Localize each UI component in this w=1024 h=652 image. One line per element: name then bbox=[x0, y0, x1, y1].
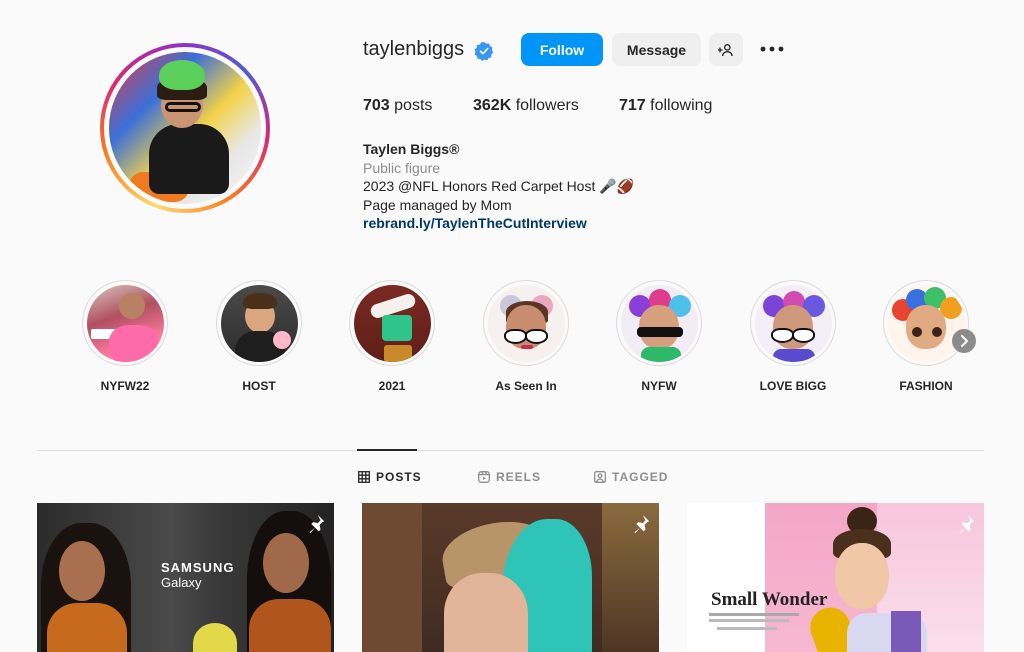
tab-label: TAGGED bbox=[612, 470, 669, 484]
highlight-nyfw[interactable]: NYFW bbox=[614, 280, 704, 393]
active-tab-indicator bbox=[357, 449, 417, 451]
bio-link[interactable]: rebrand.ly/TaylenTheCutInterview bbox=[363, 214, 634, 233]
suggest-users-button[interactable] bbox=[709, 33, 743, 66]
reels-icon bbox=[478, 471, 490, 483]
highlight-label: NYFW22 bbox=[100, 379, 150, 393]
add-user-icon bbox=[718, 43, 733, 56]
profile-avatar[interactable] bbox=[100, 43, 270, 213]
tab-label: REELS bbox=[496, 470, 542, 484]
bio-category: Public figure bbox=[363, 159, 441, 176]
pin-icon bbox=[634, 514, 650, 534]
pin-icon bbox=[309, 514, 325, 534]
highlight-nyfw22[interactable]: NYFW22 bbox=[80, 280, 170, 393]
highlight-host[interactable]: HOST bbox=[214, 280, 304, 393]
highlight-as-seen-in[interactable]: As Seen In bbox=[481, 280, 571, 393]
profile-bio: Taylen Biggs® Public figure 2023 @NFL Ho… bbox=[363, 140, 634, 233]
post-tile[interactable]: SAMSUNG Galaxy bbox=[37, 503, 334, 652]
post-tile[interactable] bbox=[362, 503, 659, 652]
avatar-border bbox=[104, 47, 266, 209]
follow-button[interactable]: Follow bbox=[521, 33, 603, 66]
more-options-icon[interactable] bbox=[759, 38, 785, 60]
chevron-right-icon[interactable] bbox=[952, 329, 976, 353]
highlight-label: HOST bbox=[242, 379, 276, 393]
grid-icon bbox=[358, 471, 370, 483]
post-sign-text: Galaxy bbox=[161, 575, 202, 590]
highlight-label: LOVE BIGG bbox=[759, 379, 827, 393]
post-sign-text: SAMSUNG bbox=[161, 560, 235, 575]
post-tile[interactable]: Small Wonder bbox=[687, 503, 984, 652]
highlight-label: FASHION bbox=[899, 379, 953, 393]
tab-posts[interactable]: POSTS bbox=[358, 470, 422, 484]
highlight-love-bigg[interactable]: LOVE BIGG bbox=[748, 280, 838, 393]
tab-label: POSTS bbox=[376, 470, 422, 484]
tagged-icon bbox=[594, 471, 606, 483]
bio-line-2: Page managed by Mom bbox=[363, 196, 512, 213]
highlight-label: As Seen In bbox=[495, 379, 557, 393]
bio-line-1: 2023 @NFL Honors Red Carpet Host 🎤🏈 bbox=[363, 178, 635, 194]
bio-name: Taylen Biggs® bbox=[363, 141, 460, 157]
profile-username: taylenbiggs bbox=[363, 38, 465, 60]
following-count[interactable]: 717 following bbox=[619, 97, 712, 115]
story-highlights: NYFW22 HOST 2021 As Seen In NYFW LOVE BI… bbox=[0, 280, 1024, 400]
pin-icon bbox=[959, 514, 975, 534]
tab-reels[interactable]: REELS bbox=[478, 470, 541, 484]
highlight-2021[interactable]: 2021 bbox=[347, 280, 437, 393]
message-button[interactable]: Message bbox=[612, 33, 701, 66]
verified-badge-icon bbox=[474, 42, 494, 61]
tab-tagged[interactable]: TAGGED bbox=[594, 470, 668, 484]
avatar-photo bbox=[109, 52, 261, 204]
highlight-label: NYFW bbox=[641, 379, 677, 393]
highlight-label: 2021 bbox=[378, 379, 406, 393]
post-headline: Small Wonder bbox=[711, 589, 828, 610]
posts-count: 703 posts bbox=[363, 97, 433, 114]
tabs-divider bbox=[37, 450, 984, 451]
followers-count[interactable]: 362K followers bbox=[473, 97, 579, 115]
